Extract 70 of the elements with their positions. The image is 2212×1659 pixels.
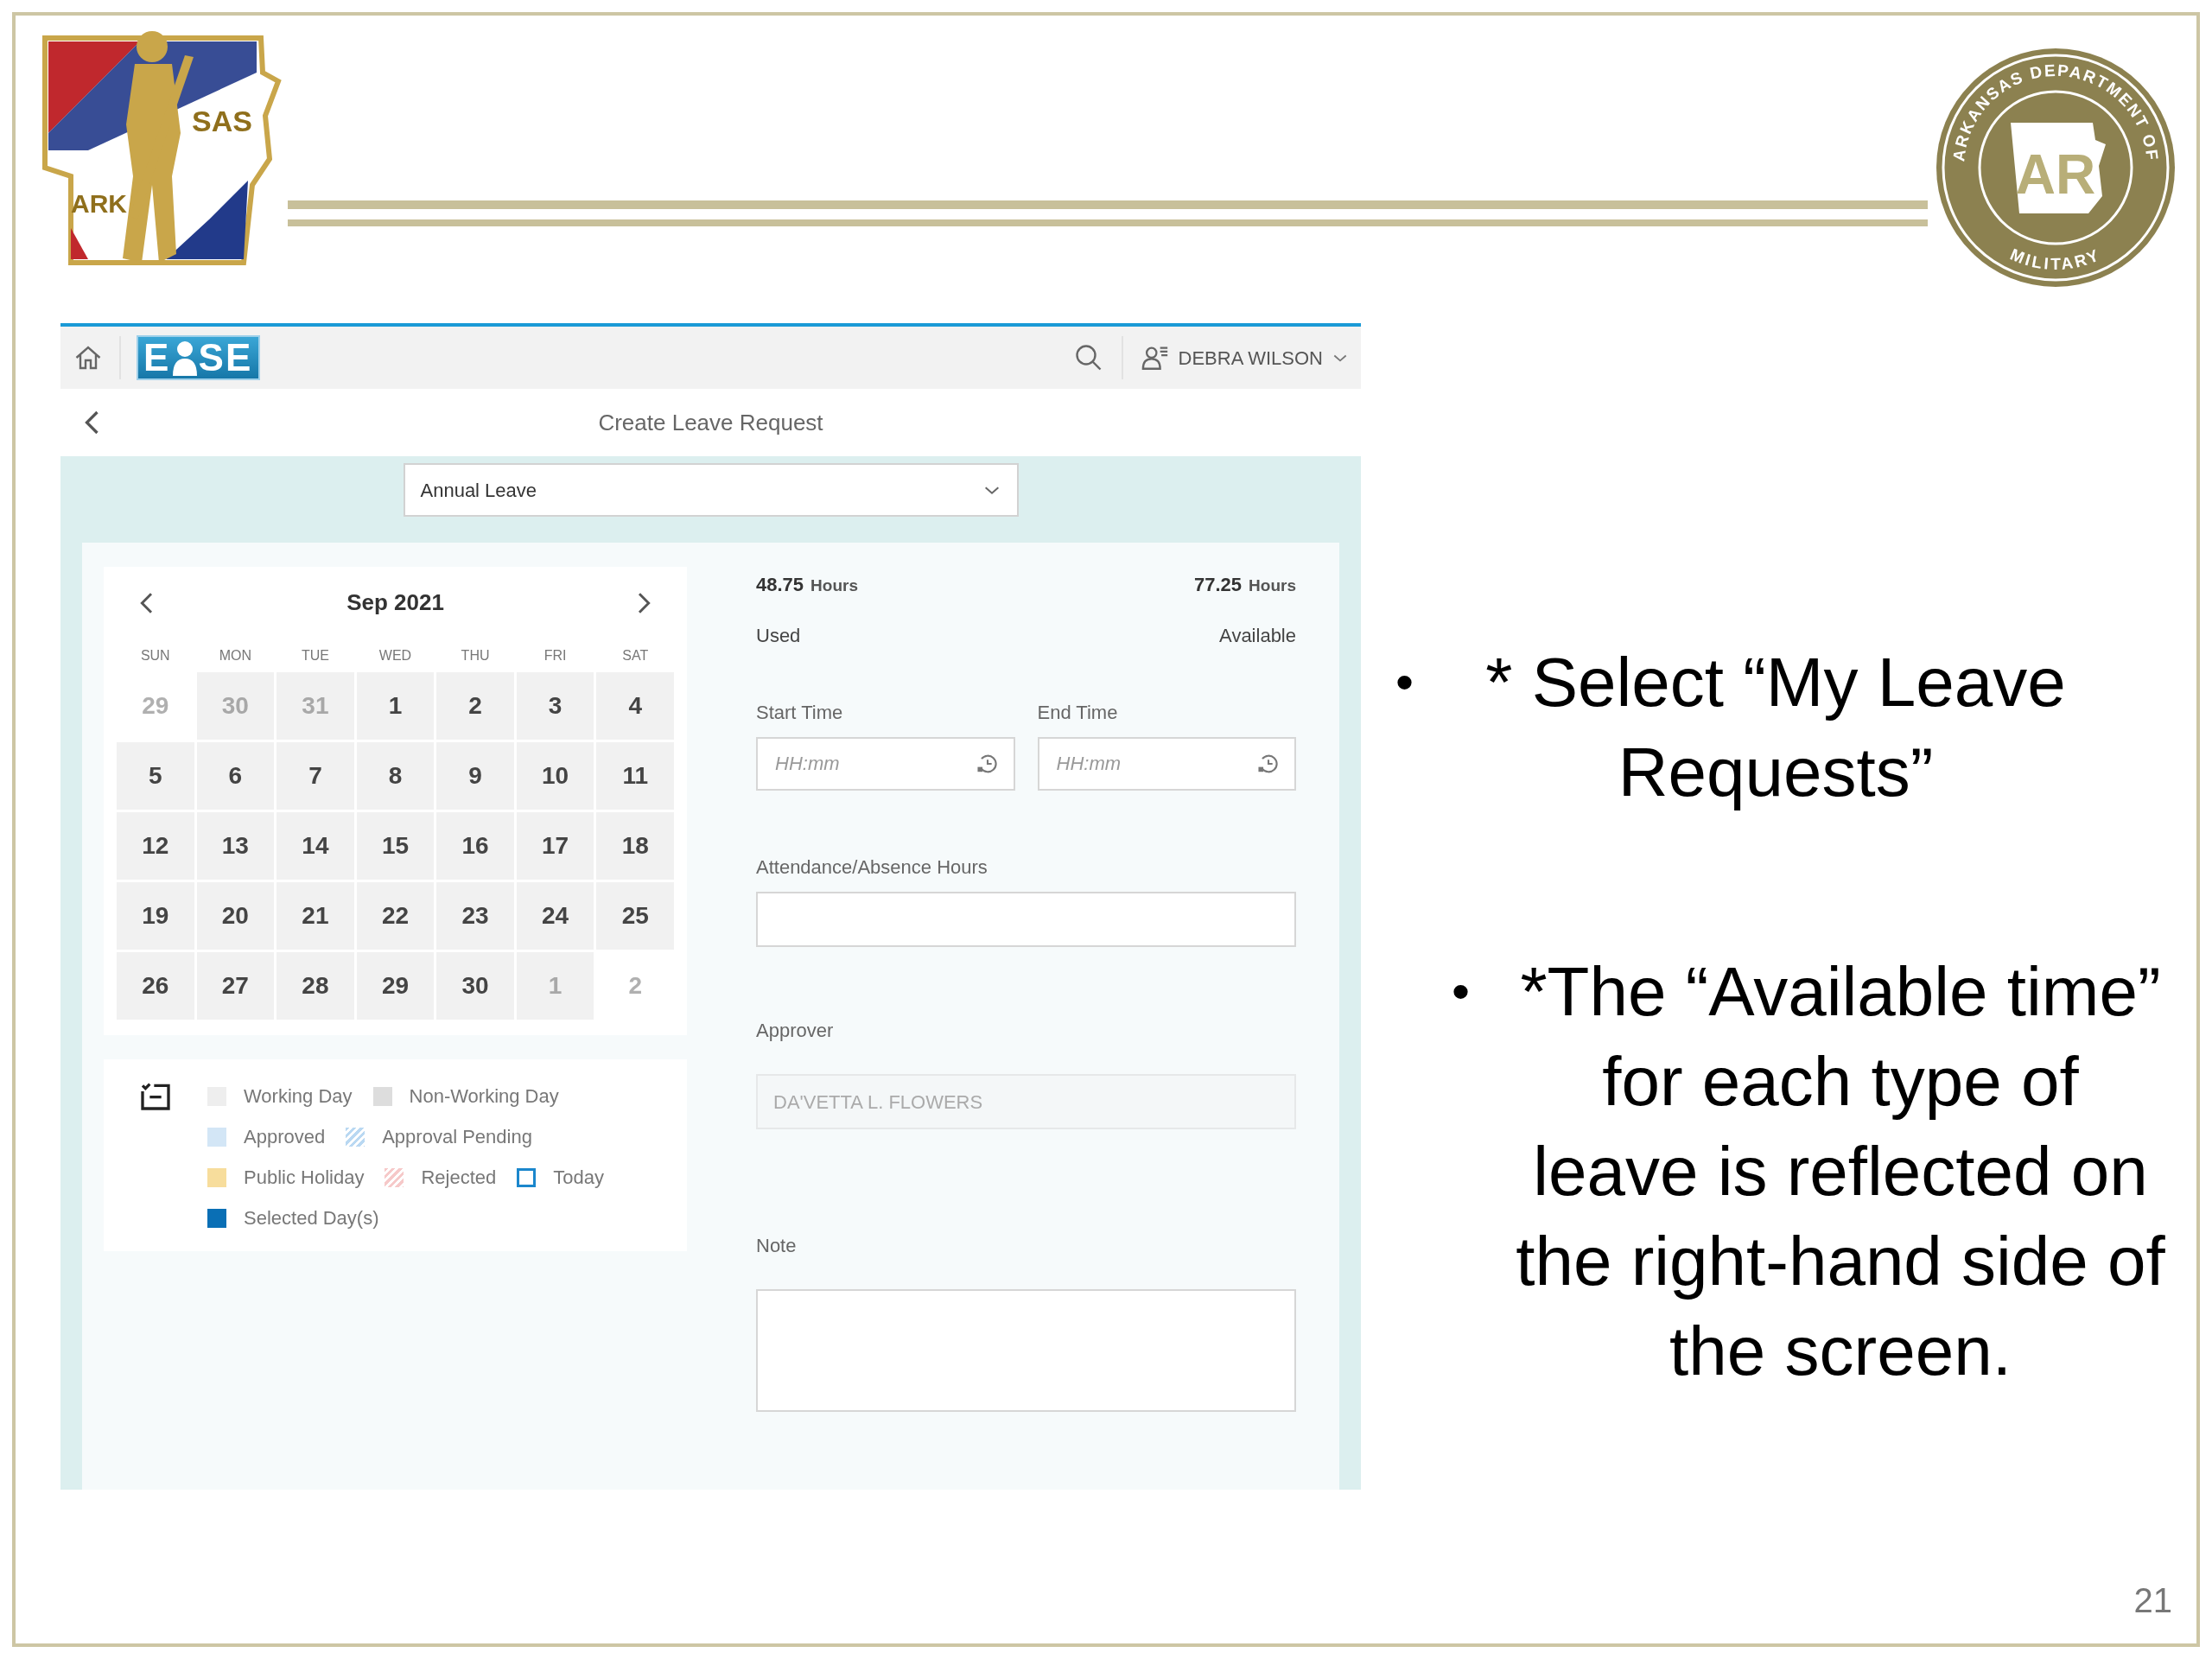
bullet-marker: • xyxy=(1395,652,1414,713)
page-number: 21 xyxy=(2133,1580,2172,1621)
leave-type-dropdown[interactable]: Annual Leave xyxy=(403,463,1019,517)
calendar-day[interactable]: 4 xyxy=(596,672,674,740)
weekday-label: SAT xyxy=(621,647,650,664)
legend-label: Approved xyxy=(244,1125,326,1149)
calendar-day[interactable]: 16 xyxy=(436,812,514,880)
user-name[interactable]: DEBRA WILSON xyxy=(1178,343,1323,372)
page-title: Create Leave Request xyxy=(598,408,823,437)
bullet-text: * Select “My Leave Requests” xyxy=(1484,643,2067,812)
calendar-day[interactable]: 22 xyxy=(356,882,435,950)
hours-unit: Hours xyxy=(1249,575,1296,596)
calendar-day[interactable]: 2 xyxy=(436,672,514,740)
calendar-day[interactable]: 26 xyxy=(117,952,194,1020)
legend-label: Non-Working Day xyxy=(409,1084,559,1109)
bullet-text: *The “Available time” for each type of leave is reflected on the right-hand side of the screen. xyxy=(1515,952,2166,1391)
weekday-label: THU xyxy=(460,647,491,664)
calendar-day[interactable]: 19 xyxy=(117,882,194,950)
legend-label: Working Day xyxy=(244,1084,353,1109)
weekday-label: WED xyxy=(378,647,413,664)
legend-label: Approval Pending xyxy=(382,1125,532,1149)
calendar-day[interactable]: 1 xyxy=(356,672,435,740)
calendar-day[interactable]: 15 xyxy=(356,812,435,880)
calendar-day[interactable]: 29 xyxy=(356,952,435,1020)
calendar-day[interactable]: 27 xyxy=(196,952,275,1020)
legend-label: Public Holiday xyxy=(244,1166,365,1190)
hours-input[interactable] xyxy=(756,892,1296,947)
legend-label: Rejected xyxy=(421,1166,497,1190)
calendar-day[interactable]: 23 xyxy=(436,882,514,950)
weekday-label: MON xyxy=(218,647,252,664)
hours-unit: Hours xyxy=(810,575,858,596)
bullet-marker: • xyxy=(1452,962,1471,1022)
field-label: Approver xyxy=(756,1019,835,1043)
calendar-day[interactable]: 20 xyxy=(196,882,275,950)
legend-label: Selected Day(s) xyxy=(244,1206,379,1230)
calendar-day[interactable]: 10 xyxy=(516,742,594,810)
field-label: Start Time xyxy=(756,701,844,725)
hours-value: 48.75 xyxy=(756,573,804,597)
field-label: End Time xyxy=(1037,701,1119,725)
calendar-day[interactable]: 6 xyxy=(196,742,275,810)
brand-logo[interactable]: E SE xyxy=(137,335,260,380)
field-label: Attendance/Absence Hours xyxy=(756,855,988,880)
time-input[interactable]: HH:mm xyxy=(1037,737,1296,791)
calendar-day[interactable]: 8 xyxy=(356,742,435,810)
person-icon xyxy=(170,340,199,376)
legend-label: Today xyxy=(553,1166,604,1190)
calendar-day[interactable]: 3 xyxy=(516,672,594,740)
calendar-day[interactable]: 14 xyxy=(276,812,354,880)
weekday-label: SUN xyxy=(139,647,171,664)
calendar-day[interactable]: 25 xyxy=(596,882,674,950)
calendar-day[interactable]: 13 xyxy=(196,812,275,880)
calendar-day[interactable]: 7 xyxy=(276,742,354,810)
balance-label: Available xyxy=(1219,624,1296,648)
weekday-label: FRI xyxy=(543,647,568,664)
hours-value: 77.25 xyxy=(1194,573,1243,597)
balance-label: Used xyxy=(756,624,801,648)
calendar-day[interactable]: 28 xyxy=(276,952,354,1020)
calendar-day[interactable]: 9 xyxy=(436,742,514,810)
time-input[interactable]: HH:mm xyxy=(756,737,1015,791)
month-label: Sep 2021 xyxy=(346,588,444,617)
field-label: Note xyxy=(756,1234,798,1258)
calendar-day[interactable]: 5 xyxy=(117,742,194,810)
calendar-day[interactable]: 12 xyxy=(117,812,194,880)
calendar-day[interactable]: 30 xyxy=(436,952,514,1020)
weekday-label: TUE xyxy=(300,647,330,664)
calendar-day[interactable]: 17 xyxy=(516,812,594,880)
calendar-day[interactable]: 24 xyxy=(516,882,594,950)
calendar-day[interactable]: 11 xyxy=(596,742,674,810)
calendar-day[interactable]: 18 xyxy=(596,812,674,880)
calendar-day[interactable]: 21 xyxy=(276,882,354,950)
